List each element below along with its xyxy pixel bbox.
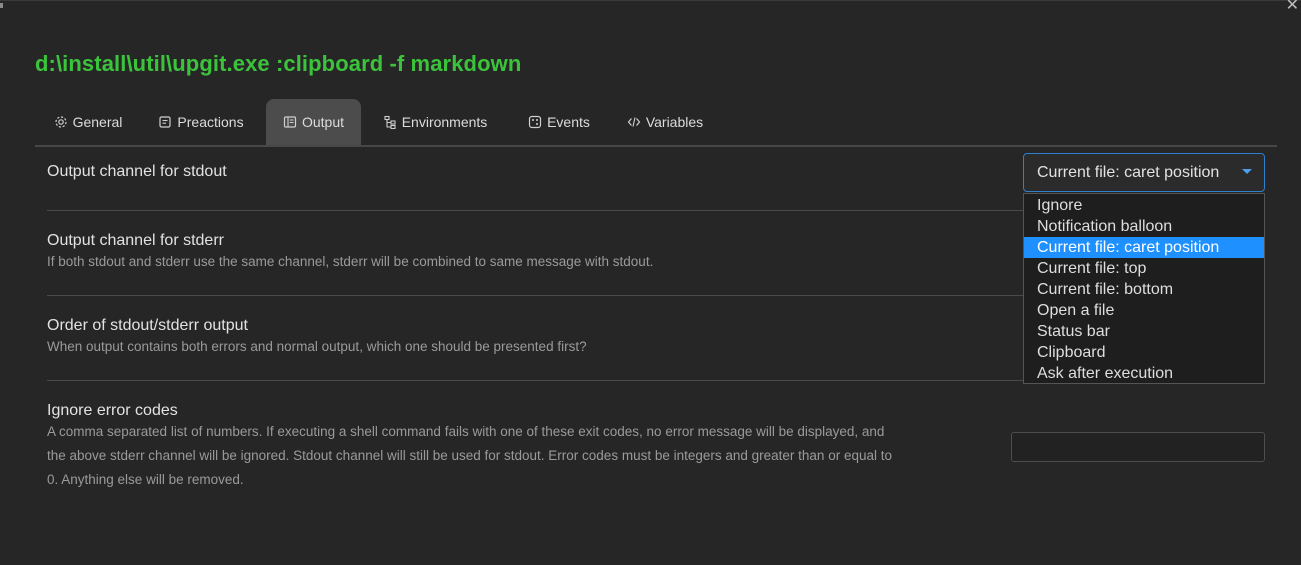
tab-bar: General Preactions Output Environments E… [35,99,1277,147]
window-corner-mark [0,3,3,8]
tab-label: Environments [401,114,488,130]
tab-label: Preactions [177,114,244,130]
setting-ignore-codes: Ignore error codes A comma separated lis… [47,402,997,492]
setting-title: Ignore error codes [47,402,178,419]
dropdown-option-file-bottom[interactable]: Current file: bottom [1024,279,1264,300]
setting-description-line: the above stderr channel will be ignored… [47,448,892,463]
close-icon[interactable]: ✕ [1286,0,1299,14]
dropdown-option-notification-balloon[interactable]: Notification balloon [1024,216,1264,237]
tab-variables[interactable]: Variables [620,99,710,145]
tree-icon [383,115,397,129]
tab-label: Variables [645,114,704,130]
setting-description-line: 0. Anything else will be removed. [47,472,244,487]
caret-down-icon [1242,169,1252,174]
dice-icon [528,115,542,129]
gear-icon [54,115,68,129]
dropdown-option-ask-after-execution[interactable]: Ask after execution [1024,363,1264,384]
dropdown-option-clipboard[interactable]: Clipboard [1024,342,1264,363]
tab-environments[interactable]: Environments [375,99,495,145]
tab-preactions[interactable]: Preactions [151,99,251,145]
tab-label: Events [547,114,590,130]
dropdown-option-open-file[interactable]: Open a file [1024,300,1264,321]
note-icon [158,115,172,129]
page-title: d:\install\util\upgit.exe :clipboard -f … [35,51,522,76]
ignore-error-codes-input[interactable] [1011,432,1265,462]
stdout-channel-select[interactable]: Current file: caret position [1023,153,1265,192]
dropdown-option-status-bar[interactable]: Status bar [1024,321,1264,342]
tab-output[interactable]: Output [266,99,361,145]
dropdown-option-file-top[interactable]: Current file: top [1024,258,1264,279]
tab-events[interactable]: Events [519,99,599,145]
tab-general[interactable]: General [43,99,133,145]
dropdown-option-caret-position[interactable]: Current file: caret position [1024,237,1264,258]
stdout-channel-dropdown: Ignore Notification balloon Current file… [1023,193,1265,384]
tab-label: Output [301,114,345,130]
document-icon [283,115,297,129]
setting-description-line: A comma separated list of numbers. If ex… [47,424,885,439]
tab-label: General [72,114,123,130]
settings-window: ✕ d:\install\util\upgit.exe :clipboard -… [0,0,1301,565]
dropdown-option-ignore[interactable]: Ignore [1024,195,1264,216]
code-icon [627,115,641,129]
select-value: Current file: caret position [1037,163,1220,181]
